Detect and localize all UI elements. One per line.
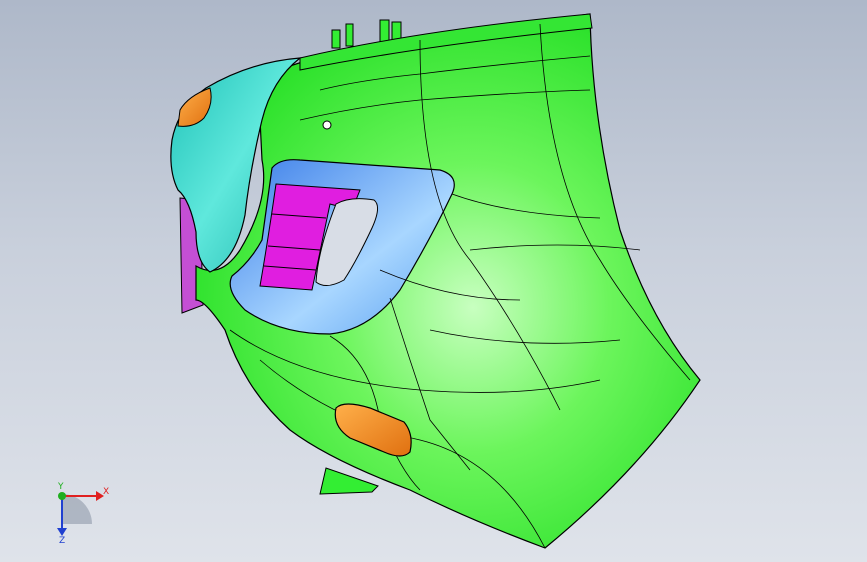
z-axis-label: Z <box>59 536 65 546</box>
y-axis-origin <box>58 492 66 500</box>
z-axis-arrow <box>57 528 67 536</box>
y-axis-label: Y <box>57 482 64 492</box>
axis-triad: X Y Z <box>57 482 109 546</box>
x-axis-label: X <box>103 487 109 497</box>
triad-shadow <box>62 494 92 524</box>
3d-viewport[interactable]: X Y Z <box>0 0 867 562</box>
